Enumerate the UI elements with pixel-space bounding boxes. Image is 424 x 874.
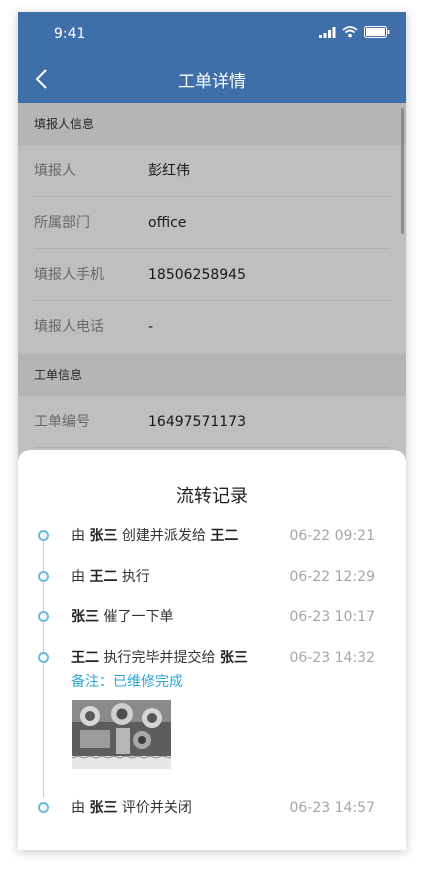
timeline-time: 06-23 14:32 — [289, 650, 375, 666]
status-icons — [319, 26, 390, 38]
timeline-dot-icon — [38, 571, 49, 582]
page-title: 工单详情 — [178, 72, 246, 92]
scrollbar[interactable] — [401, 108, 404, 234]
timeline-dot-icon — [38, 802, 49, 813]
phone-screen: 9:41 工单详情 填报人信息 填报人 彭红伟 所属部门 office 填报人手… — [18, 12, 406, 850]
timeline-text: 由 王二 执行 — [71, 569, 150, 585]
battery-icon — [364, 26, 390, 38]
app-header: 9:41 工单详情 — [18, 12, 406, 103]
timeline-dot-icon — [38, 611, 49, 622]
timeline-time: 06-22 09:21 — [289, 528, 375, 544]
timeline-item: 由 张三 评价并关闭 06-23 14:57 — [18, 797, 406, 819]
machine-photo-image — [72, 700, 171, 769]
flow-record-sheet: 流转记录 由 张三 创建并派发给 王二 06-22 09:21 由 王二 执行 … — [18, 450, 406, 850]
timeline-item: 张三 催了一下单 06-23 10:17 — [18, 606, 406, 628]
timeline-item: 由 王二 执行 06-22 12:29 — [18, 566, 406, 588]
status-time: 9:41 — [54, 26, 86, 42]
timeline-dot-icon — [38, 652, 49, 663]
timeline-item: 由 张三 创建并派发给 王二 06-22 09:21 — [18, 525, 406, 547]
sheet-title: 流转记录 — [176, 486, 248, 507]
signal-icon — [319, 26, 336, 38]
timeline-item: 王二 执行完毕并提交给 张三 06-23 14:32 — [18, 647, 406, 669]
timeline-text: 由 张三 评价并关闭 — [71, 800, 192, 816]
timeline-text: 张三 催了一下单 — [71, 609, 174, 625]
timeline-dot-icon — [38, 530, 49, 541]
timeline-text: 王二 执行完毕并提交给 张三 — [71, 650, 248, 666]
timeline-text: 由 张三 创建并派发给 王二 — [71, 528, 239, 544]
timeline-time: 06-22 12:29 — [289, 569, 375, 585]
attachment-photo[interactable] — [72, 700, 171, 769]
timeline-note: 备注：已维修完成 — [71, 674, 183, 690]
timeline-time: 06-23 10:17 — [289, 609, 375, 625]
timeline-time: 06-23 14:57 — [289, 800, 375, 816]
wifi-icon — [342, 26, 358, 38]
